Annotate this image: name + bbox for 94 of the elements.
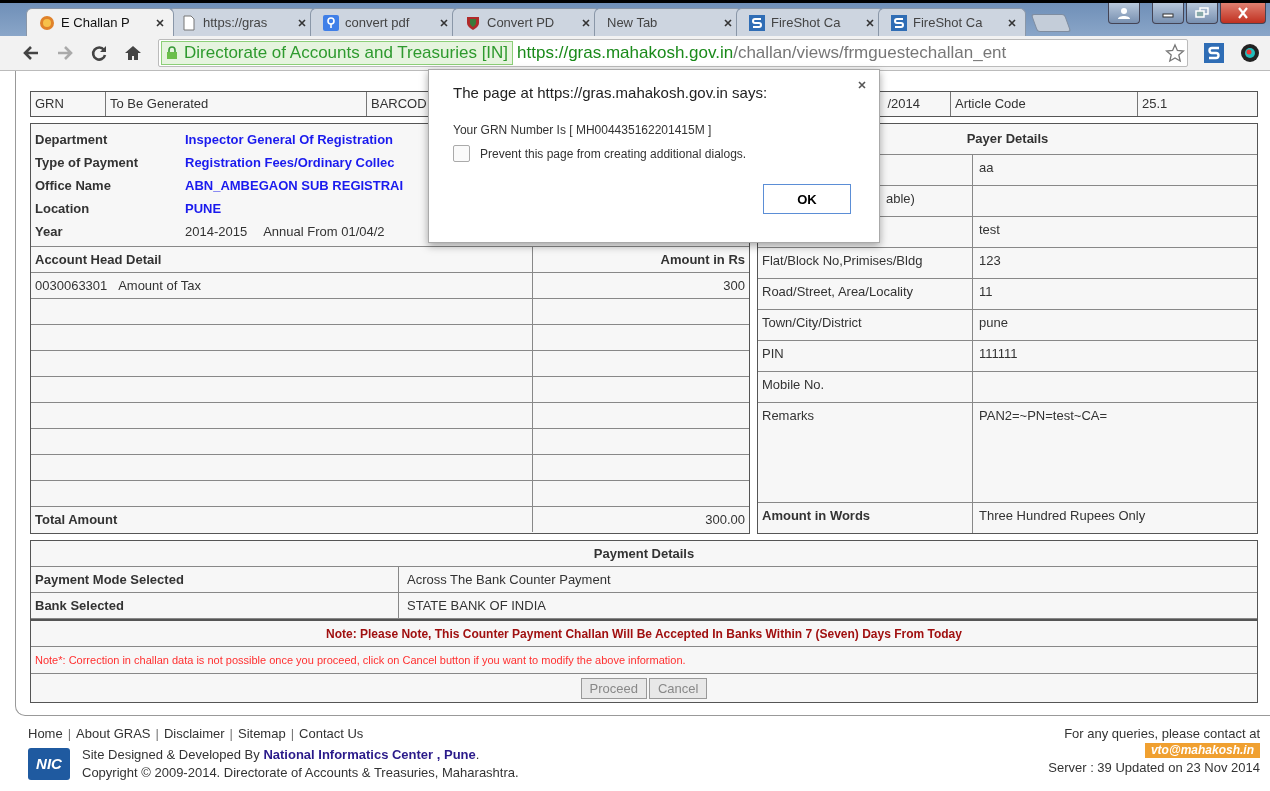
field-value: Across The Bank Counter Payment bbox=[406, 571, 612, 589]
field-label: Type of Payment bbox=[35, 155, 140, 170]
footer-link[interactable]: Home bbox=[28, 726, 63, 741]
total-amount: 300.00 bbox=[533, 506, 749, 532]
field-label: Amount in Words bbox=[762, 508, 871, 523]
ok-button[interactable]: OK bbox=[763, 184, 851, 214]
dialog-message: Your GRN Number Is [ MH004435162201415M ] bbox=[453, 123, 712, 137]
column-header: Account Head Detail bbox=[31, 246, 533, 272]
profile-button[interactable] bbox=[1108, 3, 1140, 24]
field-value: Inspector General Of Registration bbox=[185, 132, 394, 147]
table-cell: GRN bbox=[31, 92, 106, 116]
close-icon[interactable] bbox=[857, 80, 867, 90]
camera-lens-icon[interactable] bbox=[1240, 43, 1260, 63]
close-icon[interactable] bbox=[581, 17, 591, 28]
field-label: Road/Street, Area/Locality bbox=[762, 284, 914, 299]
field-label: Department bbox=[35, 132, 109, 147]
separator-text: | bbox=[67, 726, 72, 741]
footer-link[interactable]: Disclaimer bbox=[163, 726, 225, 741]
column-header: Amount in Rs bbox=[533, 246, 749, 272]
fireshot-icon[interactable] bbox=[1204, 43, 1224, 63]
coin-icon bbox=[39, 14, 55, 31]
page-icon bbox=[181, 14, 197, 31]
field-value: STATE BANK OF INDIA bbox=[406, 597, 547, 615]
close-icon[interactable] bbox=[1007, 17, 1017, 28]
close-icon[interactable] bbox=[297, 17, 307, 28]
server-info: Server : 39 Updated on 23 Nov 2014 bbox=[1048, 760, 1260, 775]
field-label: Year bbox=[35, 224, 64, 239]
field-value: 2014-2015 bbox=[185, 224, 248, 239]
table-cell: Article Code bbox=[951, 92, 1138, 116]
fireshot-icon bbox=[749, 14, 765, 31]
checkbox[interactable] bbox=[453, 145, 470, 162]
lock-icon bbox=[166, 46, 178, 60]
bookmark-star-icon[interactable] bbox=[1165, 43, 1185, 63]
footer-link[interactable]: Contact Us bbox=[299, 726, 364, 741]
table-cell: 0030063301 Amount of Tax bbox=[31, 272, 533, 298]
field-value: ABN_AMBEGAON SUB REGISTRAI bbox=[185, 178, 404, 193]
back-icon[interactable] bbox=[22, 44, 40, 62]
field-value: 123 bbox=[979, 253, 1001, 268]
field-value: pune bbox=[979, 315, 1008, 330]
browser-tab[interactable]: E Challan P bbox=[26, 8, 174, 36]
separator-text: | bbox=[229, 726, 233, 741]
field-label: Town/City/District bbox=[762, 315, 862, 330]
field-value: 11 bbox=[979, 284, 993, 299]
field-label: Office Name bbox=[35, 178, 112, 193]
footer-link[interactable]: Sitemap bbox=[237, 726, 286, 741]
minimize-button[interactable] bbox=[1152, 3, 1184, 24]
warning-text: Note*: Correction in challan data is not possible once you proceed, click on Cancel button if you want to modify the above information. bbox=[31, 647, 1257, 674]
browser-tab[interactable]: FireShot Ca bbox=[878, 8, 1026, 36]
nic-logo: NIC bbox=[28, 747, 70, 780]
field-value: Three Hundred Rupees Only bbox=[979, 508, 1146, 523]
close-button[interactable] bbox=[1220, 3, 1266, 24]
field-value: PAN2=~PN=test~CA= bbox=[979, 408, 1108, 423]
close-icon bbox=[1236, 7, 1250, 19]
field-label: Bank Selected bbox=[31, 593, 399, 618]
field-value: test bbox=[979, 222, 1000, 237]
field-label: Payment Mode Selected bbox=[31, 567, 399, 592]
note-text: Note: Please Note, This Counter Payment Challan Will Be Accepted In Banks Within 7 (Seven) Days From Today bbox=[31, 619, 1257, 647]
contact-text: For any queries, please contact at bbox=[1064, 726, 1260, 741]
credit-text: Site Designed & Developed By National Informatics Center , Pune. bbox=[82, 747, 481, 762]
table-cell: 300 bbox=[533, 272, 749, 298]
field-value: 111111 bbox=[979, 346, 1018, 361]
checkbox-label[interactable]: Prevent this page from creating additional dialogs. bbox=[480, 146, 747, 161]
url-text: https://gras.mahakosh.gov.in/challan/views/frmguestechallan_ent bbox=[516, 43, 1008, 63]
total-label: Total Amount bbox=[31, 506, 533, 532]
restore-icon bbox=[1195, 7, 1209, 19]
section-header: Payment Details bbox=[31, 541, 1257, 567]
reload-icon[interactable] bbox=[90, 44, 108, 62]
user-icon bbox=[1117, 7, 1131, 19]
field-value: aa bbox=[979, 160, 994, 175]
field-label: Location bbox=[35, 201, 91, 216]
address-bar[interactable]: Directorate of Accounts and Treasuries [IN] https://gras.mahakosh.gov.in/challan/views/frmguestechallan_ent bbox=[158, 39, 1188, 67]
table-cell: To Be Generated bbox=[106, 92, 367, 116]
copyright-text: Copyright © 2009-2014. Directorate of Accounts & Treasuries, Maharashtra. bbox=[82, 765, 519, 780]
field-label: Flat/Block No,Primises/Bldg bbox=[762, 253, 923, 268]
close-icon[interactable] bbox=[439, 17, 449, 28]
field-value: PUNE bbox=[185, 201, 222, 216]
field-label: PIN bbox=[762, 346, 784, 361]
maximize-button[interactable] bbox=[1186, 3, 1218, 24]
close-icon[interactable] bbox=[155, 17, 165, 28]
field-value: Registration Fees/Ordinary Collec bbox=[185, 155, 395, 170]
fireshot-icon bbox=[891, 14, 907, 31]
home-icon[interactable] bbox=[124, 44, 142, 62]
close-icon[interactable] bbox=[723, 17, 733, 28]
separator-text: | bbox=[290, 726, 295, 741]
separator-text: | bbox=[155, 726, 159, 741]
field-label: Remarks bbox=[762, 408, 814, 423]
field-value: Annual From 01/04/2 bbox=[263, 224, 385, 239]
footer-link[interactable]: About GRAS bbox=[76, 726, 151, 741]
close-icon[interactable] bbox=[865, 17, 875, 28]
field-label: able) bbox=[886, 191, 915, 206]
shield-icon bbox=[465, 14, 481, 31]
field-label: Mobile No. bbox=[762, 377, 825, 392]
search-engine-icon bbox=[323, 14, 339, 31]
table-cell-text: 25.1 bbox=[1141, 95, 1169, 113]
